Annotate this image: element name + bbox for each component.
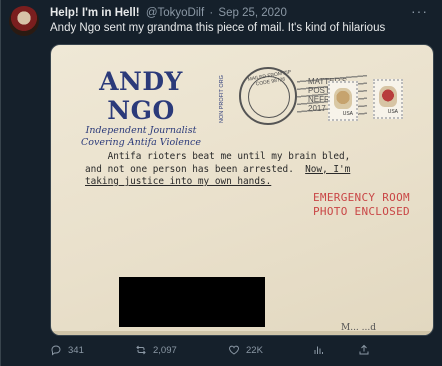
retweet-icon [136,345,146,355]
red-stamp-line-2: PHOTO ENCLOSED [313,205,410,218]
timestamp[interactable]: Sep 25, 2020 [218,7,286,19]
letter-text: Antifa rioters beat me until my brain bl… [85,151,415,189]
timeline-divider [0,0,1,366]
envelope-edge [51,331,433,335]
heart-icon [229,345,239,355]
avatar[interactable] [9,6,39,36]
retweet-count: 2,097 [153,344,177,356]
analytics-button[interactable] [312,344,324,356]
display-name[interactable]: Help! I'm in Hell! [50,7,140,19]
postage-stamp: USA [328,81,358,121]
logo-subtitle-2: Covering Antifa Violence [81,137,201,148]
reply-button[interactable]: 341 [50,344,84,356]
like-button[interactable]: 22K [228,344,263,356]
stamp-art [379,86,397,107]
stamp-label: USA [342,111,353,117]
reply-icon [51,345,61,356]
redaction-box [119,277,265,327]
share-icon [359,344,369,355]
nonprofit-indicia: NON PROFIT ORG [219,75,225,123]
tweet-photo[interactable]: ANDY NGO Independent Journalist Covering… [50,44,434,336]
letter-line-2b: Now, I'm [305,163,351,175]
share-button[interactable] [358,344,370,356]
separator: · [209,7,214,19]
like-count: 22K [246,344,263,356]
tweet-actions: 341 2,097 22K [50,344,430,360]
stamp-label: USA [387,109,398,115]
user-handle[interactable]: @TokyoDilf [146,7,204,19]
stamp-art [334,88,352,109]
logo-subtitle-1: Independent Journalist [85,125,197,136]
logo-name: ANDY NGO [99,67,183,125]
tweet-text: Andy Ngo sent my grandma this piece of m… [50,22,386,34]
sender-logo: ANDY NGO Independent Journalist Covering… [67,67,215,149]
retweet-button[interactable]: 2,097 [135,344,177,356]
red-stamp-line-1: EMERGENCY ROOM [313,191,410,204]
analytics-icon [314,346,323,354]
more-options-icon[interactable]: ··· [411,3,428,19]
letter-line-1: Antifa rioters beat me until my brain bl… [85,151,351,162]
letter-line-2: and not one person has been arrested. [85,163,294,175]
postage-stamp: USA [373,79,403,119]
tweet-header: Help! I'm in Hell! @TokyoDilf · Sep 25, … [50,7,287,19]
reply-count: 341 [68,344,84,356]
letter-line-3: taking justice into my own hands. [85,176,272,187]
emergency-room-stamp: EMERGENCY ROOM PHOTO ENCLOSED [313,191,410,219]
